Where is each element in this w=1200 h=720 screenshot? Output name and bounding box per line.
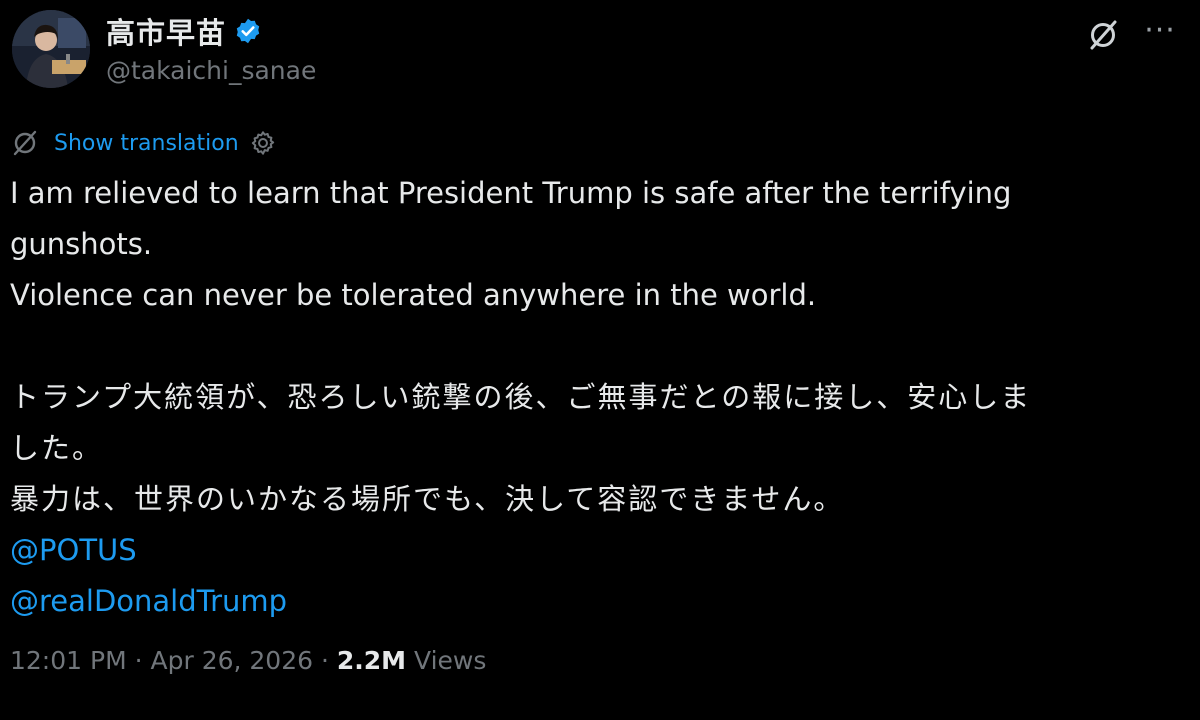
mention-potus[interactable]: @POTUS <box>10 525 137 576</box>
tweet-date[interactable]: Apr 26, 2026 <box>151 646 314 675</box>
more-options-icon[interactable]: ··· <box>1140 16 1180 52</box>
tweet-header: 高市早苗 @takaichi_sanae ··· <box>10 8 1190 92</box>
paragraph-break <box>10 321 1180 372</box>
translate-row: Show translation <box>10 126 277 160</box>
tweet-line-jp-3: 暴力は、世界のいかなる場所でも、決して容認できません。 <box>10 482 845 516</box>
show-translation-link[interactable]: Show translation <box>54 131 239 156</box>
tweet-card: 高市早苗 @takaichi_sanae ··· Show translatio… <box>0 0 1200 720</box>
tweet-line-en-2: gunshots. <box>10 227 153 261</box>
tweet-line-en-3: Violence can never be tolerated anywhere… <box>10 278 817 312</box>
tweet-time[interactable]: 12:01 PM <box>10 646 127 675</box>
tweet-text: I am relieved to learn that President Tr… <box>10 168 1180 627</box>
gear-icon[interactable] <box>249 129 277 157</box>
grok-translate-icon <box>13 130 37 156</box>
user-info: 高市早苗 @takaichi_sanae <box>106 12 316 85</box>
tweet-line-en-1: I am relieved to learn that President Tr… <box>10 176 1012 210</box>
display-name[interactable]: 高市早苗 <box>106 10 226 52</box>
verified-badge-icon[interactable] <box>234 17 262 45</box>
meta-separator: · <box>134 646 143 675</box>
avatar[interactable] <box>12 10 90 88</box>
tweet-line-jp-1: トランプ大統領が、恐ろしい銃撃の後、ご無事だとの報に接し、安心しま <box>10 380 1032 414</box>
tweet-meta: 12:01 PM · Apr 26, 2026 · 2.2M Views <box>10 646 486 675</box>
tweet-line-jp-2: した。 <box>10 431 104 465</box>
grok-icon[interactable] <box>1086 18 1120 52</box>
user-handle[interactable]: @takaichi_sanae <box>106 56 316 85</box>
views-label: Views <box>414 646 487 675</box>
mention-realdonaldtrump[interactable]: @realDonaldTrump <box>10 576 287 627</box>
avatar-image <box>12 10 90 88</box>
views-count[interactable]: 2.2M <box>337 646 406 675</box>
meta-separator: · <box>320 646 329 675</box>
display-name-row: 高市早苗 <box>106 12 316 50</box>
